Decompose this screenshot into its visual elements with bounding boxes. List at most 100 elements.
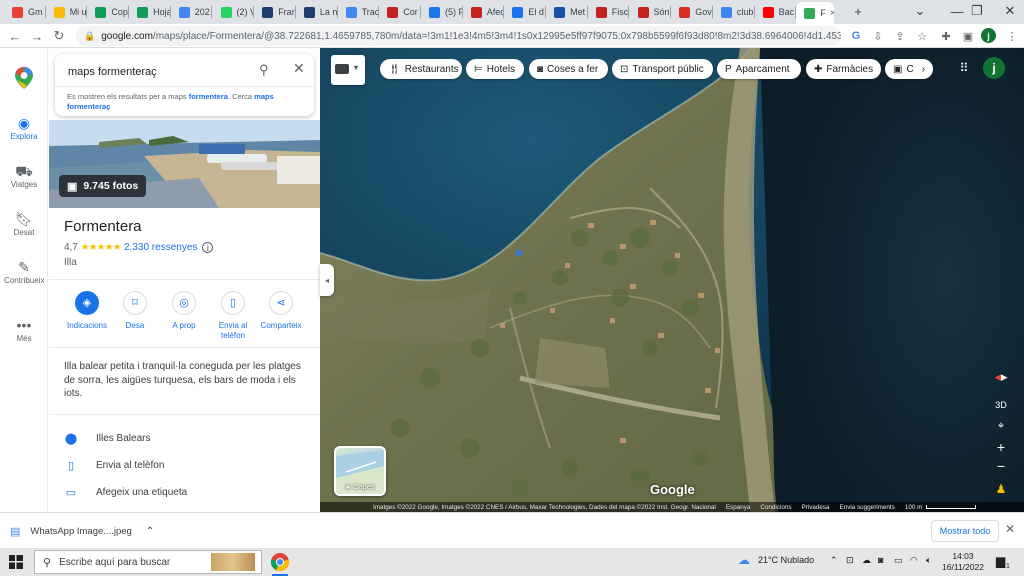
nearby-button[interactable]: ◎ A prop [156, 291, 212, 331]
browser-tab[interactable]: Gov [671, 2, 713, 22]
wifi-icon[interactable]: ◠ [910, 555, 918, 566]
browser-tab[interactable]: (2) V [213, 2, 255, 22]
clear-search-icon[interactable]: ✕ [293, 60, 305, 77]
rail-item-trips[interactable]: ⛟ Viatges [0, 162, 48, 189]
info-row-add-label[interactable]: ▭ Afegeix una etiqueta [64, 484, 187, 500]
browser-tab[interactable]: 202 [171, 2, 213, 22]
region-link[interactable]: Espanya [726, 504, 751, 511]
browser-tab[interactable]: Afec [463, 2, 505, 22]
feedback-link[interactable]: Envia suggeriments [840, 504, 895, 511]
info-row-send-phone[interactable]: ▯ Envia al telèfon [64, 457, 164, 473]
download-item[interactable]: ▤ WhatsApp Image....jpeg ⌃ [10, 521, 154, 541]
reviews-link[interactable]: 2.330 ressenyes [124, 242, 197, 253]
browser-tab[interactable]: Fisc [588, 2, 630, 22]
privacy-link[interactable]: Privadesa [802, 504, 830, 511]
category-chip-parking[interactable]: P Aparcament [717, 59, 801, 79]
new-tab-button[interactable]: + [846, 0, 870, 22]
clock[interactable]: 14:03 16/11/2022 [941, 551, 985, 573]
collapse-panel-button[interactable]: ◂ [320, 264, 334, 296]
compass-icon[interactable]: ◂ ▸ [990, 368, 1012, 386]
layers-button[interactable]: ◈ Capes [334, 446, 386, 496]
scale-label[interactable]: 100 m [905, 504, 923, 511]
pegman-icon[interactable]: ♟ [990, 480, 1012, 498]
browser-tab[interactable]: club [713, 2, 755, 22]
browser-tab[interactable]: Gm [4, 2, 46, 22]
close-downloads-icon[interactable]: ✕ [1005, 522, 1015, 536]
zoom-in-button[interactable]: + [990, 438, 1012, 456]
browser-tab-active[interactable]: F × [796, 2, 835, 24]
rail-item-more[interactable]: ••• Més [0, 316, 48, 343]
map-view-toggle[interactable]: ▾ [331, 55, 365, 85]
profile-avatar[interactable]: j [981, 28, 996, 43]
category-chip-atm[interactable]: ▣ C › [885, 59, 933, 79]
windows-start-icon[interactable] [9, 555, 23, 569]
chevron-right-icon[interactable]: › [922, 64, 925, 75]
google-lens-icon[interactable]: G [848, 28, 864, 44]
chip-label: Aparcament [735, 63, 790, 75]
reload-icon[interactable]: ↻ [50, 27, 68, 45]
browser-menu-icon[interactable]: ⋮ [1004, 28, 1020, 44]
photos-button[interactable]: ▣ 9.745 fotos [59, 175, 147, 197]
lock-icon: 🔒 [84, 30, 96, 41]
close-window-button[interactable]: ✕ [990, 0, 1024, 22]
browser-tab[interactable]: Hoja [129, 2, 171, 22]
chrome-taskbar-icon[interactable] [270, 552, 290, 576]
forward-icon[interactable]: → [28, 27, 46, 45]
category-chip-fork-knife[interactable]: 🍴︎ Restaurants [380, 59, 462, 79]
volume-icon[interactable]: 🔈︎ [926, 555, 931, 566]
browser-tab[interactable]: El d [504, 2, 547, 22]
nearby-icon: ◎ [172, 291, 196, 315]
extensions-icon[interactable]: ✚ [938, 28, 954, 44]
browser-tab[interactable]: Met [546, 2, 588, 22]
taskbar-search-box[interactable]: ⚲ Escribe aquí para buscar [34, 550, 262, 574]
rail-item-saved[interactable]: 🔖︎ Desat [0, 210, 48, 237]
weather-icon[interactable]: ☁ [738, 553, 750, 567]
rail-item-explore[interactable]: ◉ Explora [0, 114, 48, 141]
google-apps-icon[interactable]: ⠿ [956, 60, 972, 76]
rail-item-contribute[interactable]: ✎ Contribueix [0, 258, 48, 286]
google-maps-logo[interactable] [14, 66, 34, 90]
browser-tab[interactable]: La n [296, 2, 338, 22]
search-input[interactable] [68, 63, 248, 81]
satellite-map[interactable] [320, 48, 1024, 512]
browser-tab[interactable]: Cop [87, 2, 130, 22]
category-chip-pharmacy[interactable]: ✚ Farmàcies [806, 59, 881, 79]
save-button[interactable]: ⌑ Desa [107, 291, 163, 331]
camera-tray-icon[interactable]: ◙ [878, 555, 883, 565]
browser-tab[interactable]: (5) F [421, 2, 463, 22]
install-app-icon[interactable]: ⇩ [870, 28, 886, 44]
close-tab-icon[interactable]: × [830, 8, 835, 19]
address-bar[interactable]: 🔒 google.com/maps/place/Formentera/@38.7… [76, 26, 841, 46]
browser-tab[interactable]: Trac [338, 2, 380, 22]
account-avatar[interactable]: j [983, 57, 1005, 79]
info-row-address[interactable]: ⬤ Illes Balears [64, 430, 151, 446]
info-icon[interactable]: i [202, 242, 214, 253]
show-all-downloads-button[interactable]: Mostrar todo [931, 520, 999, 542]
battery-icon[interactable]: ▭ [894, 555, 903, 566]
my-location-icon[interactable]: ⌖ [990, 417, 1012, 435]
side-panel-icon[interactable]: ▣ [960, 28, 976, 44]
browser-tab[interactable]: Fran [254, 2, 296, 22]
tilt-3d-button[interactable]: 3D [990, 396, 1012, 414]
terms-link[interactable]: Condicions [760, 504, 791, 511]
tab-search-icon[interactable]: ⌄ [900, 0, 940, 22]
category-chip-bed[interactable]: ⊨ Hotels [466, 59, 524, 79]
browser-tab[interactable]: Són [630, 2, 672, 22]
browser-tab[interactable]: Bac [755, 2, 797, 22]
search-icon[interactable]: ⚲ [259, 62, 269, 78]
tray-app-icon[interactable]: ⊡ [846, 555, 854, 566]
browser-tab[interactable]: Mi u [46, 2, 88, 22]
back-icon[interactable]: ← [6, 27, 24, 45]
share-button[interactable]: ⋖ Comparteix [253, 291, 309, 331]
zoom-out-button[interactable]: − [990, 457, 1012, 475]
bookmark-star-icon[interactable]: ☆ [914, 28, 930, 44]
weather-text[interactable]: 21°C Nublado [758, 555, 814, 565]
share-icon[interactable]: ⇪ [892, 28, 908, 44]
onedrive-icon[interactable]: ☁ [862, 555, 871, 566]
tray-chevron-icon[interactable]: ⌃ [830, 555, 838, 566]
category-chip-transit[interactable]: ⊡ Transport públic [612, 59, 713, 79]
category-chip-camera[interactable]: ◙ Coses a fer [529, 59, 608, 79]
chevron-up-icon[interactable]: ⌃ [146, 526, 154, 537]
notifications-icon[interactable]: ▆ [996, 554, 1005, 568]
browser-tab[interactable]: Cor [379, 2, 421, 22]
